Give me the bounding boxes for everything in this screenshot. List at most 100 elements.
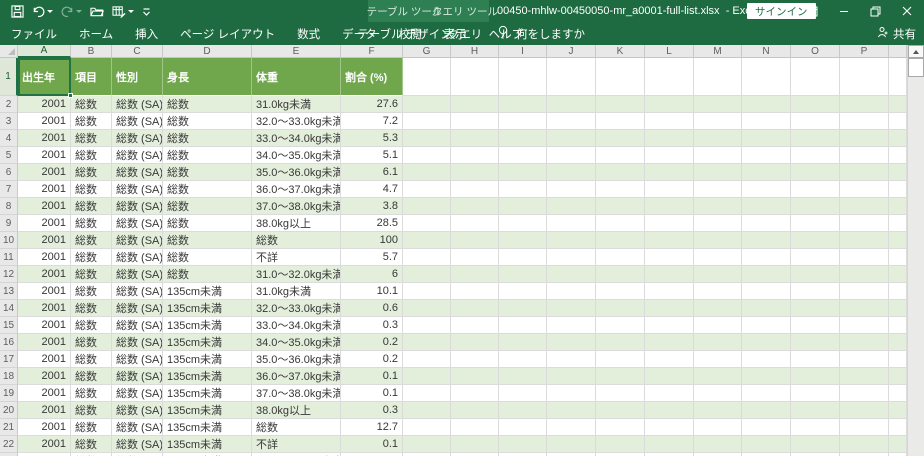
cell[interactable]: 0.3 xyxy=(341,402,403,419)
cell[interactable]: 135cm未満 xyxy=(163,317,252,334)
cell-empty[interactable] xyxy=(547,147,596,164)
cell[interactable]: 35.0～36.0kg未満 xyxy=(252,164,341,181)
cell-empty[interactable] xyxy=(645,130,694,147)
cell-empty[interactable] xyxy=(499,96,547,113)
cell-empty[interactable] xyxy=(451,58,499,96)
cell-empty[interactable] xyxy=(645,164,694,181)
cell-empty[interactable] xyxy=(791,436,840,453)
cell[interactable]: 2001 xyxy=(18,181,71,198)
cell-empty[interactable] xyxy=(403,215,451,232)
cell-empty[interactable] xyxy=(499,334,547,351)
cell-empty[interactable] xyxy=(499,402,547,419)
row-header-5[interactable]: 5 xyxy=(0,147,18,164)
cell-empty[interactable] xyxy=(840,300,889,317)
cell[interactable]: 3.8 xyxy=(341,198,403,215)
cell-empty[interactable] xyxy=(791,334,840,351)
cell[interactable]: 総数 xyxy=(71,266,112,283)
cell[interactable]: 総数 (SA) xyxy=(112,402,163,419)
row-header-2[interactable]: 2 xyxy=(0,96,18,113)
cell-empty[interactable] xyxy=(791,96,840,113)
cell-empty[interactable] xyxy=(742,249,791,266)
cell-empty[interactable] xyxy=(403,266,451,283)
cell[interactable]: 135cm未満 xyxy=(163,368,252,385)
cell-empty[interactable] xyxy=(694,130,742,147)
cell-empty[interactable] xyxy=(645,113,694,130)
vertical-scrollbar[interactable] xyxy=(907,45,924,456)
cell[interactable]: 6 xyxy=(341,266,403,283)
cell[interactable]: 2001 xyxy=(18,215,71,232)
cell[interactable]: 総数 xyxy=(163,215,252,232)
cell[interactable]: 総数 xyxy=(163,164,252,181)
cell-empty[interactable] xyxy=(645,266,694,283)
cell-empty[interactable] xyxy=(694,402,742,419)
cell-empty[interactable] xyxy=(742,334,791,351)
cell-empty[interactable] xyxy=(547,385,596,402)
row-header-11[interactable]: 11 xyxy=(0,249,18,266)
cell-empty[interactable] xyxy=(547,58,596,96)
column-header-J[interactable]: J xyxy=(547,45,596,58)
cell-empty[interactable] xyxy=(547,181,596,198)
cell[interactable]: 2001 xyxy=(18,96,71,113)
cell[interactable]: 2001 xyxy=(18,283,71,300)
cell[interactable]: 135cm未満 xyxy=(163,385,252,402)
cell-empty[interactable] xyxy=(451,351,499,368)
cell[interactable]: 2001 xyxy=(18,419,71,436)
cell-empty[interactable] xyxy=(547,317,596,334)
cell-empty[interactable] xyxy=(403,164,451,181)
cell-empty[interactable] xyxy=(645,436,694,453)
cell[interactable]: 総数 xyxy=(71,436,112,453)
cell-empty[interactable] xyxy=(499,300,547,317)
cell-empty[interactable] xyxy=(451,317,499,334)
cell-empty[interactable] xyxy=(645,368,694,385)
cell-empty[interactable] xyxy=(547,351,596,368)
cell-empty[interactable] xyxy=(694,334,742,351)
cell-empty[interactable] xyxy=(889,351,907,368)
cell[interactable]: 0.1 xyxy=(341,385,403,402)
cell-empty[interactable] xyxy=(451,215,499,232)
column-header-B[interactable]: B xyxy=(71,45,112,58)
cell[interactable]: 2001 xyxy=(18,113,71,130)
cell-empty[interactable] xyxy=(596,249,645,266)
row-header-20[interactable]: 20 xyxy=(0,402,18,419)
cell-empty[interactable] xyxy=(889,283,907,300)
cell-empty[interactable] xyxy=(791,351,840,368)
column-header-partial[interactable] xyxy=(889,45,907,58)
cell[interactable]: 総数 (SA) xyxy=(112,181,163,198)
column-header-N[interactable]: N xyxy=(742,45,791,58)
cell-empty[interactable] xyxy=(694,215,742,232)
cell-empty[interactable] xyxy=(499,215,547,232)
cell-empty[interactable] xyxy=(694,300,742,317)
cell-empty[interactable] xyxy=(889,232,907,249)
cell-empty[interactable] xyxy=(403,436,451,453)
cell-empty[interactable] xyxy=(547,368,596,385)
cell-empty[interactable] xyxy=(499,351,547,368)
cell-empty[interactable] xyxy=(840,368,889,385)
cell[interactable]: 総数 xyxy=(71,96,112,113)
cell-empty[interactable] xyxy=(840,130,889,147)
cell-empty[interactable] xyxy=(840,283,889,300)
cell[interactable]: 総数 (SA) xyxy=(112,164,163,181)
cell-empty[interactable] xyxy=(694,249,742,266)
cell-empty[interactable] xyxy=(694,419,742,436)
cell[interactable]: 総数 xyxy=(71,385,112,402)
cell-empty[interactable] xyxy=(742,130,791,147)
column-header-H[interactable]: H xyxy=(451,45,499,58)
cell-empty[interactable] xyxy=(694,147,742,164)
cell-empty[interactable] xyxy=(742,232,791,249)
cell-empty[interactable] xyxy=(889,58,907,96)
cell-empty[interactable] xyxy=(596,334,645,351)
cell-empty[interactable] xyxy=(889,385,907,402)
cell[interactable]: 総数 (SA) xyxy=(112,249,163,266)
cell[interactable]: 28.5 xyxy=(341,215,403,232)
open-folder-icon[interactable] xyxy=(87,2,107,20)
cell-empty[interactable] xyxy=(742,419,791,436)
cell[interactable]: 総数 (SA) xyxy=(112,283,163,300)
cell-empty[interactable] xyxy=(889,96,907,113)
cell[interactable]: 不詳 xyxy=(252,249,341,266)
cell[interactable]: 31.0kg未満 xyxy=(252,283,341,300)
cell-empty[interactable] xyxy=(403,300,451,317)
cell-empty[interactable] xyxy=(840,402,889,419)
cell-empty[interactable] xyxy=(840,317,889,334)
cell-empty[interactable] xyxy=(451,436,499,453)
cell[interactable]: 2001 xyxy=(18,232,71,249)
